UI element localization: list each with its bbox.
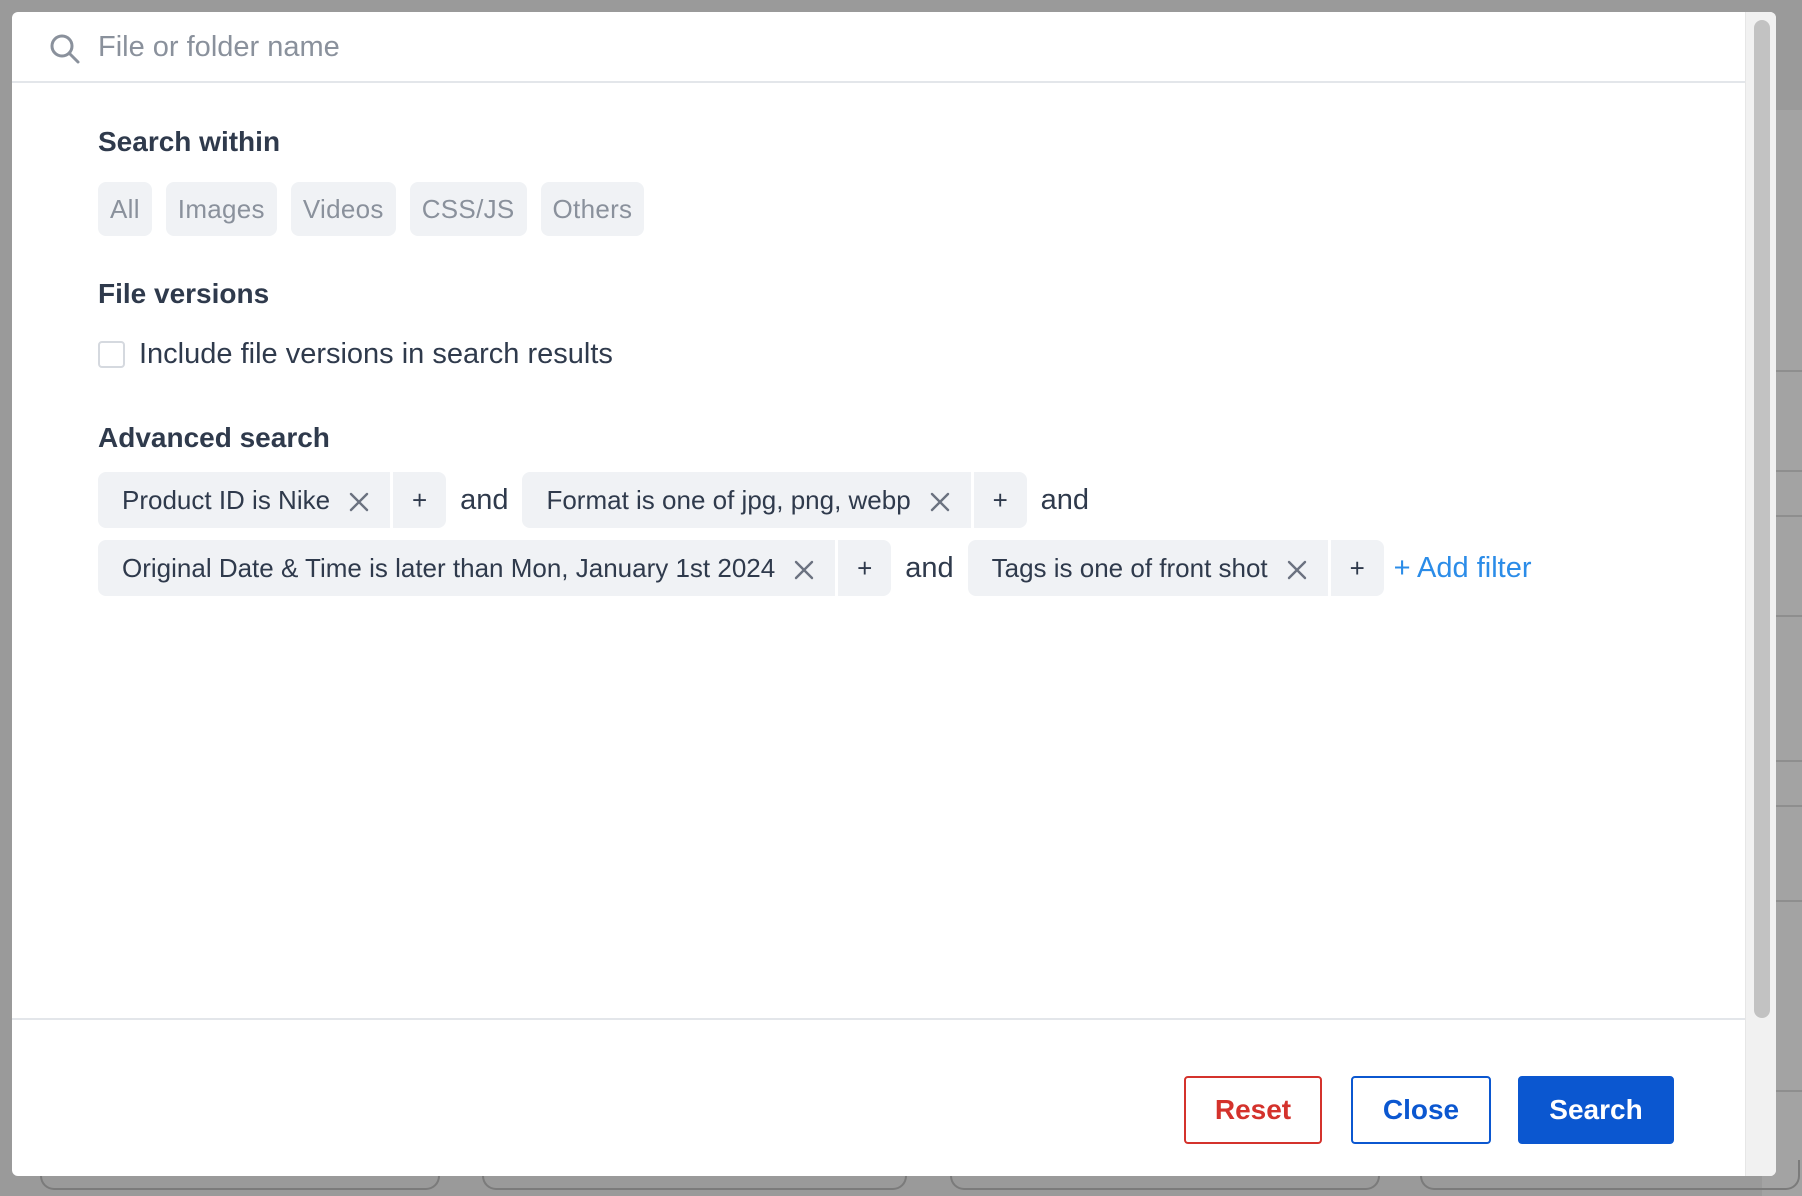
- filter-row: Original Date & Time is later than Mon, …: [98, 540, 1532, 596]
- modal-content: Search within All Images Videos CSS/JS O…: [12, 12, 1745, 1176]
- include-versions-checkbox[interactable]: [98, 341, 125, 368]
- file-versions-title: File versions: [98, 278, 270, 309]
- and-connector: and: [905, 551, 954, 584]
- modal-footer: Reset Close Search: [12, 1018, 1745, 1176]
- search-within-option-others[interactable]: Others: [540, 182, 645, 236]
- filter-chip[interactable]: Original Date & Time is later than Mon, …: [98, 540, 836, 596]
- add-condition-button[interactable]: +: [1330, 540, 1384, 596]
- search-within-option-cssjs[interactable]: CSS/JS: [409, 182, 527, 236]
- filter-label: Format is one of jpg, png, webp: [546, 484, 911, 515]
- filter-label: Product ID is Nike: [122, 484, 331, 515]
- search-icon: [48, 32, 82, 66]
- remove-filter-icon[interactable]: [929, 489, 951, 512]
- filter-chip[interactable]: Tags is one of front shot: [967, 540, 1328, 596]
- scrollbar[interactable]: [1745, 12, 1776, 1176]
- advanced-search-modal: Search within All Images Videos CSS/JS O…: [12, 12, 1776, 1176]
- close-button[interactable]: Close: [1351, 1076, 1491, 1144]
- filter-chip[interactable]: Product ID is Nike: [98, 472, 391, 528]
- remove-filter-icon[interactable]: [348, 489, 370, 512]
- include-versions-label: Include file versions in search results: [139, 338, 613, 370]
- search-within-option-all[interactable]: All: [98, 182, 152, 236]
- reset-button[interactable]: Reset: [1184, 1076, 1322, 1144]
- search-within-options: All Images Videos CSS/JS Others: [98, 182, 645, 236]
- filter-chip[interactable]: Format is one of jpg, png, webp: [522, 472, 971, 528]
- and-connector: and: [1040, 483, 1090, 516]
- search-within-title: Search within: [98, 126, 281, 157]
- remove-filter-icon[interactable]: [1286, 557, 1308, 580]
- search-within-option-videos[interactable]: Videos: [290, 182, 396, 236]
- add-condition-button[interactable]: +: [973, 472, 1027, 528]
- filter-label: Original Date & Time is later than Mon, …: [122, 552, 776, 583]
- advanced-search-title: Advanced search: [98, 422, 330, 453]
- add-condition-button[interactable]: +: [838, 540, 892, 596]
- add-filter-link[interactable]: + Add filter: [1394, 552, 1532, 585]
- filter-label: Tags is one of front shot: [991, 552, 1268, 583]
- add-condition-button[interactable]: +: [393, 472, 447, 528]
- remove-filter-icon[interactable]: [793, 557, 815, 580]
- search-bar: [12, 12, 1745, 83]
- search-within-option-images[interactable]: Images: [165, 182, 277, 236]
- filter-row: Product ID is Nike + and Format is one o…: [98, 472, 1103, 528]
- file-versions-option[interactable]: Include file versions in search results: [98, 338, 613, 371]
- search-input[interactable]: [98, 24, 1698, 70]
- search-button[interactable]: Search: [1518, 1076, 1674, 1144]
- scrollbar-thumb[interactable]: [1754, 20, 1770, 1018]
- and-connector: and: [460, 483, 509, 516]
